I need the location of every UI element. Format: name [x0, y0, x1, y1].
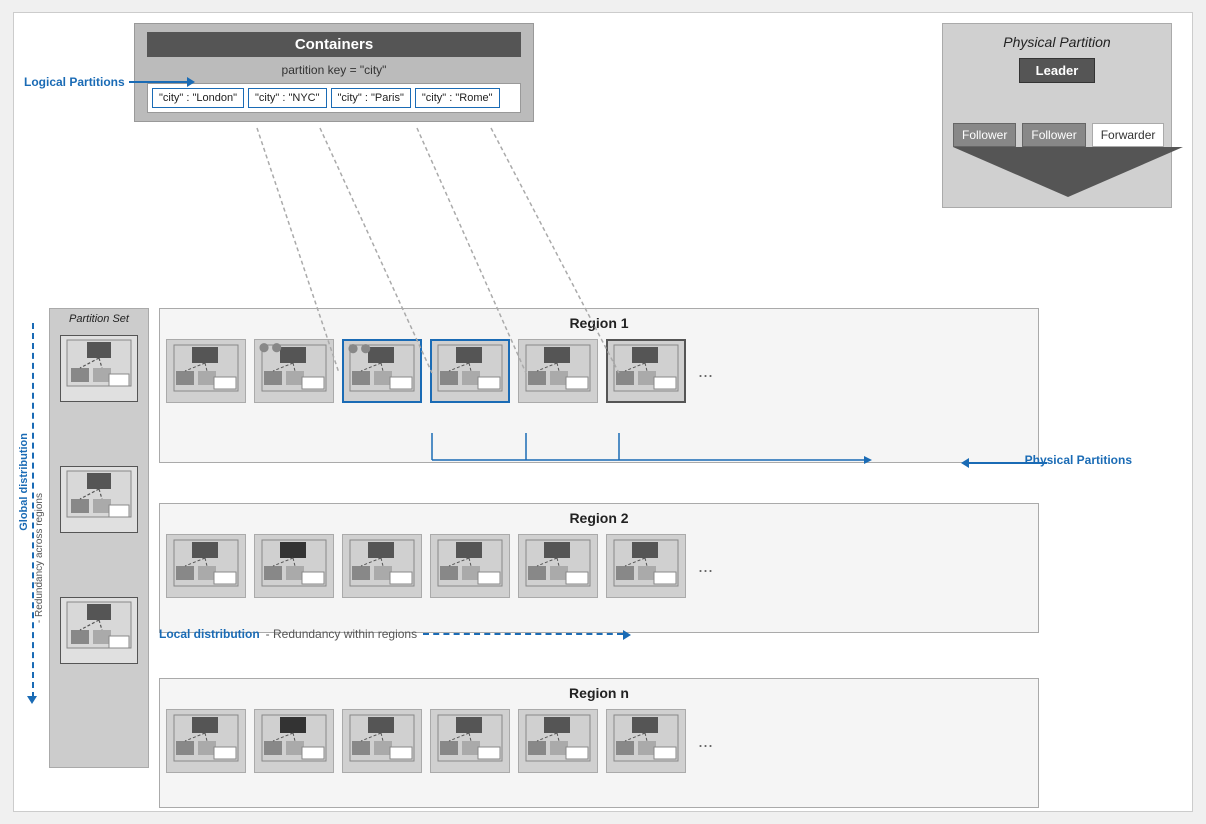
region1-icons-row: ⬤ ⬤ ⬤ ⬤ [166, 335, 1032, 407]
partition-set-column: Partition Set [49, 308, 149, 768]
region1-title: Region 1 [166, 315, 1032, 331]
local-distribution-label: Local distribution [159, 627, 260, 641]
physical-partitions-label: Physical Partitions [1025, 453, 1132, 467]
region1-partition-6 [606, 339, 686, 403]
logical-partitions-label: Logical Partitions [24, 75, 125, 89]
regionn-partition-5 [518, 709, 598, 773]
region1-more-dots: ... [694, 361, 717, 382]
physical-partition-box: Physical Partition Leader Follower Follo… [942, 23, 1172, 208]
region1-box: Region 1 ⬤ ⬤ [159, 308, 1039, 463]
regionn-partition-1 [166, 709, 246, 773]
physical-partitions-arrow [967, 462, 1047, 464]
main-diagram: Physical Partition Leader Follower Follo… [13, 12, 1193, 812]
regionn-icons-row: ... [166, 705, 1032, 777]
containers-title: Containers [147, 32, 521, 57]
redundancy-within-label: - Redundancy within regions [266, 627, 417, 641]
partition-key-label: partition key = "city" [147, 63, 521, 77]
region2-more-dots: ... [694, 556, 717, 577]
city-tag-rome: "city" : "Rome" [415, 88, 500, 108]
partition-set-title: Partition Set [69, 313, 129, 325]
forwarder-box: Forwarder [1092, 123, 1165, 147]
city-tag-nyc: "city" : "NYC" [248, 88, 327, 108]
partition-set-icon-3 [60, 597, 138, 664]
follower-box-1: Follower [953, 123, 1016, 147]
regionn-more-dots: ... [694, 731, 717, 752]
logical-partitions-arrow [129, 81, 189, 83]
regionn-partition-2 [254, 709, 334, 773]
regionn-partition-4 [430, 709, 510, 773]
region2-box: Region 2 [159, 503, 1039, 633]
regionn-title: Region n [166, 685, 1032, 701]
city-tag-paris: "city" : "Paris" [331, 88, 411, 108]
region2-icons-row: ... [166, 530, 1032, 602]
region1-partition-3: ⬤ ⬤ [342, 339, 422, 403]
follower-box-2: Follower [1022, 123, 1085, 147]
global-dist-arrow-head [27, 696, 37, 704]
regionn-box: Region n [159, 678, 1039, 808]
region2-partition-2 [254, 534, 334, 598]
city-tags-row: "city" : "London" "city" : "NYC" "city" … [147, 83, 521, 113]
global-distribution-label: Global distribution [18, 433, 30, 531]
leader-box: Leader [1019, 58, 1096, 83]
physical-partition-title: Physical Partition [953, 34, 1161, 50]
funnel-shape [953, 147, 1183, 197]
region1-partition-4 [430, 339, 510, 403]
local-distribution-row: Local distribution - Redundancy within r… [159, 627, 623, 641]
local-distribution-arrow [423, 633, 623, 635]
region2-partition-4 [430, 534, 510, 598]
region1-partition-1 [166, 339, 246, 403]
region2-partition-3 [342, 534, 422, 598]
partition-set-icon-1 [60, 335, 138, 402]
regionn-partition-3 [342, 709, 422, 773]
region1-partition-5 [518, 339, 598, 403]
region2-title: Region 2 [166, 510, 1032, 526]
regionn-partition-6 [606, 709, 686, 773]
redundancy-across-label: - Redundancy across regions [34, 493, 45, 623]
partition-set-icon-2 [60, 466, 138, 533]
city-tag-london: "city" : "London" [152, 88, 244, 108]
containers-box: Containers partition key = "city" "city"… [134, 23, 534, 122]
region2-partition-6 [606, 534, 686, 598]
region2-partition-1 [166, 534, 246, 598]
region2-partition-5 [518, 534, 598, 598]
region1-partition-2: ⬤ ⬤ [254, 339, 334, 403]
